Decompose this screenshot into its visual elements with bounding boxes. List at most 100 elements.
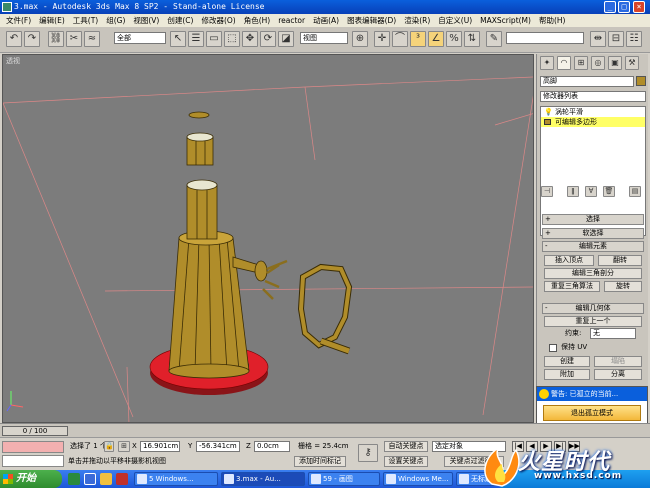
unlink-icon[interactable]: ✂: [66, 31, 82, 47]
coord-system-dropdown[interactable]: 视图: [300, 32, 348, 44]
z-coord-field[interactable]: 0.0cm: [254, 441, 290, 452]
stack-item-turbosmooth[interactable]: 💡 涡轮平滑: [541, 107, 645, 117]
task-paint[interactable]: 59 - 画图: [308, 472, 380, 486]
selection-filter-dropdown[interactable]: 全部: [114, 32, 166, 44]
flip-button[interactable]: 翻转: [598, 255, 642, 266]
selection-lock-icon[interactable]: 🔒: [104, 441, 114, 452]
time-slider[interactable]: 0 / 100: [2, 426, 68, 436]
menu-views[interactable]: 视图(V): [129, 14, 163, 27]
hierarchy-tab-icon[interactable]: ⊞: [574, 56, 588, 70]
align-icon[interactable]: ⊟: [608, 31, 624, 47]
snap-2d-icon[interactable]: ⌒: [392, 31, 408, 47]
object-color-swatch[interactable]: [636, 76, 646, 86]
select-object-icon[interactable]: ↖: [170, 31, 186, 47]
menu-group[interactable]: 组(G): [102, 14, 129, 27]
collapse-button[interactable]: 塌陷: [594, 356, 642, 367]
configure-sets-icon[interactable]: ▤: [629, 186, 641, 197]
insert-vertex-button[interactable]: 插入顶点: [544, 255, 594, 266]
exit-isolation-button[interactable]: 退出孤立模式: [543, 405, 641, 421]
edit-named-selection-icon[interactable]: ✎: [486, 31, 502, 47]
perspective-viewport[interactable]: 透视: [2, 54, 534, 423]
menu-modifiers[interactable]: 修改器(O): [197, 14, 239, 27]
rollout-edit-geometry[interactable]: - 编辑几何体: [542, 303, 644, 314]
maxscript-listener-pink[interactable]: [2, 441, 64, 453]
set-key-button[interactable]: 设置关键点: [384, 456, 428, 467]
start-button[interactable]: 开始: [0, 470, 62, 488]
menu-file[interactable]: 文件(F): [2, 14, 35, 27]
y-coord-field[interactable]: -56.341cm: [196, 441, 240, 452]
bind-spacewarp-icon[interactable]: ≈: [84, 31, 100, 47]
percent-snap-icon[interactable]: %: [446, 31, 462, 47]
remove-modifier-icon[interactable]: 🗑: [603, 186, 615, 197]
create-tab-icon[interactable]: ✦: [540, 56, 554, 70]
spinner-snap-icon[interactable]: ⇅: [464, 31, 480, 47]
show-end-result-icon[interactable]: ǁ: [567, 186, 579, 197]
constraint-dropdown[interactable]: 无: [590, 328, 636, 339]
menu-edit[interactable]: 编辑(E): [35, 14, 69, 27]
pin-stack-icon[interactable]: ⊣: [541, 186, 553, 197]
select-link-icon[interactable]: ⛓: [48, 31, 64, 47]
menu-tools[interactable]: 工具(T): [69, 14, 102, 27]
retriangulate-button[interactable]: 重复三角算法: [544, 281, 600, 292]
object-name-field[interactable]: 高脚: [540, 76, 634, 87]
menu-help[interactable]: 帮助(H): [535, 14, 570, 27]
menu-character[interactable]: 角色(H): [240, 14, 275, 27]
display-tab-icon[interactable]: ▣: [608, 56, 622, 70]
x-coord-field[interactable]: 16.901cm: [140, 441, 180, 452]
task-windows-messenger[interactable]: Windows Me...: [383, 472, 453, 486]
preserve-uv-checkbox[interactable]: [549, 344, 557, 352]
modifier-list-dropdown[interactable]: 修改器列表: [540, 91, 646, 102]
select-move-icon[interactable]: ✥: [242, 31, 258, 47]
rect-selection-icon[interactable]: ▭: [206, 31, 222, 47]
menu-graph-editors[interactable]: 图表编辑器(D): [343, 14, 400, 27]
named-selection-dropdown[interactable]: [506, 32, 584, 44]
maximize-button[interactable]: □: [618, 1, 630, 13]
create-button[interactable]: 创建: [544, 356, 590, 367]
attach-button[interactable]: 附加: [544, 369, 590, 380]
rollout-edit-element[interactable]: - 编辑元素: [542, 241, 644, 252]
maxscript-listener-white[interactable]: [2, 455, 64, 467]
select-manipulate-icon[interactable]: ✛: [374, 31, 390, 47]
turn-button[interactable]: 旋转: [604, 281, 642, 292]
angle-snap-icon[interactable]: ∠: [428, 31, 444, 47]
stack-item-editable-poly[interactable]: 可编辑多边形: [541, 117, 645, 127]
utilities-tab-icon[interactable]: ⚒: [625, 56, 639, 70]
modify-tab-icon[interactable]: ◠: [557, 56, 571, 70]
motion-tab-icon[interactable]: ◎: [591, 56, 605, 70]
select-scale-icon[interactable]: ◪: [278, 31, 294, 47]
snap-3d-icon[interactable]: ³: [410, 31, 426, 47]
minimize-button[interactable]: _: [604, 1, 616, 13]
quicklaunch-player-icon[interactable]: [116, 473, 128, 485]
detach-button[interactable]: 分离: [594, 369, 642, 380]
auto-key-button[interactable]: 自动关键点: [384, 441, 428, 452]
redo-icon[interactable]: ↷: [24, 31, 40, 47]
rollout-soft-selection[interactable]: + 软选择: [542, 228, 644, 239]
make-unique-icon[interactable]: ∀: [585, 186, 597, 197]
menu-reactor[interactable]: reactor: [274, 14, 309, 27]
window-crossing-icon[interactable]: ⬚: [224, 31, 240, 47]
quicklaunch-ie-icon[interactable]: [84, 473, 96, 485]
task-3dsmax[interactable]: 3.max - Au...: [221, 472, 305, 486]
menu-rendering[interactable]: 渲染(R): [400, 14, 434, 27]
menu-customize[interactable]: 自定义(U): [434, 14, 476, 27]
add-time-tag-button[interactable]: 添加时间标记: [294, 456, 346, 467]
select-by-name-icon[interactable]: ☰: [188, 31, 204, 47]
task-windows-explorer[interactable]: 5 Windows...: [134, 472, 218, 486]
close-button[interactable]: ×: [633, 1, 645, 13]
mirror-icon[interactable]: ⇹: [590, 31, 606, 47]
viewport-label[interactable]: 透视: [6, 56, 20, 66]
repeat-last-button[interactable]: 重复上一个: [544, 316, 642, 327]
rollout-selection[interactable]: + 选择: [542, 214, 644, 225]
layer-manager-icon[interactable]: ☷: [626, 31, 642, 47]
edit-triangulation-button[interactable]: 编辑三角剖分: [544, 268, 642, 279]
bulb-icon[interactable]: 💡: [544, 107, 553, 117]
quicklaunch-folder-icon[interactable]: [100, 473, 112, 485]
menu-animation[interactable]: 动画(A): [309, 14, 343, 27]
set-key-icon[interactable]: ⚷: [358, 444, 378, 462]
pivot-center-icon[interactable]: ⊕: [352, 31, 368, 47]
quicklaunch-app-icon[interactable]: [68, 473, 80, 485]
select-rotate-icon[interactable]: ⟳: [260, 31, 276, 47]
undo-icon[interactable]: ↶: [6, 31, 22, 47]
absolute-mode-icon[interactable]: ⊞: [118, 441, 130, 452]
menu-create[interactable]: 创建(C): [163, 14, 197, 27]
